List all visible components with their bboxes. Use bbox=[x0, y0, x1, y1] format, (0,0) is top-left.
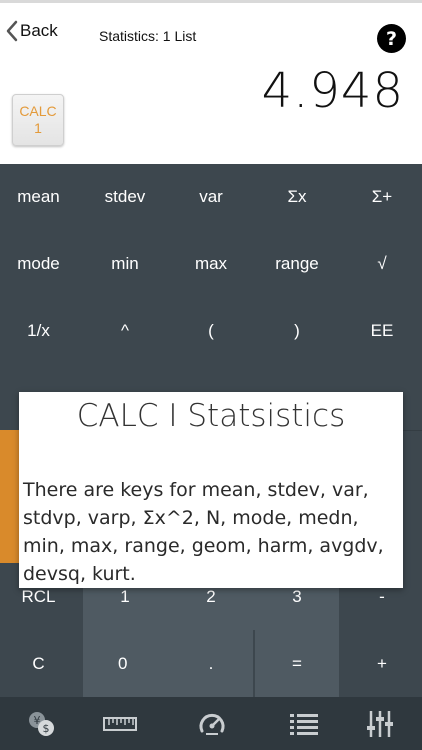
page-title: Statistics: 1 List bbox=[99, 28, 197, 44]
back-button[interactable]: Back bbox=[6, 18, 58, 44]
key-mode[interactable]: mode bbox=[0, 230, 77, 297]
info-popup[interactable]: CALC I Statsistics There are keys for me… bbox=[19, 392, 403, 588]
key-sum-x[interactable]: Σx bbox=[255, 164, 339, 230]
key-max[interactable]: max bbox=[169, 230, 253, 297]
help-icon[interactable]: ? bbox=[377, 24, 406, 53]
key-clear[interactable]: C bbox=[0, 630, 77, 697]
sliders-icon bbox=[367, 710, 393, 737]
tab-currency[interactable]: ¥ $ bbox=[0, 697, 84, 750]
key-range[interactable]: range bbox=[255, 230, 339, 297]
key-equals[interactable]: = bbox=[255, 630, 339, 697]
key-mean[interactable]: mean bbox=[0, 164, 77, 230]
calc-mode-button[interactable]: CALC 1 bbox=[12, 94, 64, 146]
ruler-icon bbox=[103, 716, 137, 731]
chevron-left-icon bbox=[6, 20, 18, 42]
tab-units[interactable] bbox=[78, 697, 162, 750]
key-reciprocal[interactable]: 1/x bbox=[0, 297, 77, 364]
svg-text:$: $ bbox=[43, 722, 50, 735]
key-stdev[interactable]: stdev bbox=[83, 164, 167, 230]
tab-tools[interactable] bbox=[170, 697, 254, 750]
speedometer-icon bbox=[199, 713, 225, 735]
popup-body: There are keys for mean, stdev, var, std… bbox=[23, 479, 384, 585]
back-label: Back bbox=[20, 21, 58, 40]
currency-icon: ¥ $ bbox=[29, 711, 54, 736]
key-sum-plus[interactable]: Σ+ bbox=[342, 164, 422, 230]
tab-bar: ¥ $ bbox=[0, 697, 422, 750]
popup-title: CALC I Statsistics bbox=[76, 398, 346, 434]
list-icon bbox=[290, 713, 318, 735]
tab-list[interactable] bbox=[262, 697, 346, 750]
calc-mode-number: 1 bbox=[34, 120, 42, 136]
calc-mode-label: CALC bbox=[19, 103, 57, 119]
top-divider bbox=[0, 0, 422, 3]
key-0-label: 0 bbox=[118, 653, 128, 673]
key-ee[interactable]: EE bbox=[342, 297, 422, 364]
key-close-paren[interactable]: ) bbox=[255, 297, 339, 364]
key-var[interactable]: var bbox=[169, 164, 253, 230]
key-plus[interactable]: + bbox=[342, 630, 422, 697]
tab-settings[interactable] bbox=[338, 697, 422, 750]
key-open-paren[interactable]: ( bbox=[169, 297, 253, 364]
key-sqrt[interactable]: √ bbox=[342, 230, 422, 297]
key-power[interactable]: ^ bbox=[83, 297, 167, 364]
result-display: 4.948 bbox=[261, 63, 404, 119]
key-orange-accent[interactable] bbox=[0, 430, 19, 563]
key-min[interactable]: min bbox=[83, 230, 167, 297]
key-decimal[interactable]: . bbox=[169, 630, 253, 697]
